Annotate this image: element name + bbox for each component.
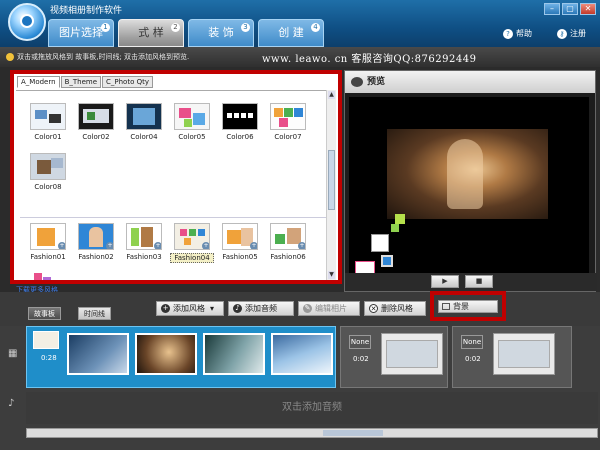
watermark-text: www. leawo. cn 客服咨询QQ:876292449 [262,54,477,65]
key-icon: ⚷ [557,28,567,39]
background-highlight: 背景 [430,291,506,321]
style-thumb-selected[interactable]: + Fashion04 [170,223,214,263]
style-thumb[interactable]: + Fashion02 [74,223,118,261]
close-button[interactable]: ✕ [580,3,596,15]
eye-icon [351,77,363,87]
tab-number-icon: 4 [311,23,320,32]
style-tab-theme[interactable]: B_Theme [60,76,102,88]
style-thumb[interactable]: Color05 [170,103,214,141]
tab-number-icon: 3 [241,23,250,32]
edit-photo-button[interactable]: ✎ 编辑相片 [298,301,360,316]
style-thumb[interactable] [26,269,70,280]
lightbulb-icon [6,53,14,61]
tab-storyboard[interactable]: 故事板 [28,307,61,320]
app-logo [8,3,46,41]
preview-title: 预览 [367,77,386,87]
photo-clip[interactable] [203,333,265,375]
style-scrollbar[interactable]: ▲ ▼ [326,90,336,280]
preview-panel: 预览 ▶ ■ [344,70,597,292]
tab-timeline[interactable]: 时间线 [78,307,111,320]
style-tab-modern[interactable]: A_Modern [17,76,60,88]
add-style-button[interactable]: + 添加风格 ▾ [156,301,224,316]
tab-number-icon: 2 [171,23,180,32]
register-link[interactable]: ⚷ 注册 [557,28,586,39]
scroll-down-icon: ▼ [328,271,335,279]
add-icon: + [250,242,257,249]
music-icon: ♪ [233,304,242,313]
add-icon: + [106,242,113,249]
picture-icon [442,303,450,310]
add-icon: + [58,242,65,249]
transition-none: None [461,335,483,349]
photo-clip[interactable] [135,333,197,375]
photo-clip[interactable] [271,333,333,375]
clip-duration: 0:28 [41,354,57,362]
scroll-up-icon: ▲ [328,91,335,99]
style-thumb[interactable]: Color02 [74,103,118,141]
style-panel: A_Modern B_Theme C_Photo Qty Color01 Col… [10,70,342,284]
hint-text: 双击或拖放风格到 故事板,时间线; 双击添加风格到预览. [17,53,190,61]
stop-button[interactable]: ■ [465,275,493,288]
transition-block[interactable]: None 0:02 [452,326,572,388]
style-tab-photo-qty[interactable]: C_Photo Qty [102,76,153,88]
help-icon: ? [503,28,513,39]
style-thumb[interactable]: + Fashion03 [122,223,166,261]
transition-none: None [349,335,371,349]
toolbar: 故事板 时间线 + 添加风格 ▾ ♪ 添加音频 ✎ 编辑相片 ✕ 删除风格 [0,292,600,328]
style-thumb[interactable]: Color01 [26,103,70,141]
preview-screen [349,97,589,281]
timeline-scrollbar[interactable] [26,428,598,438]
style-thumb[interactable]: + Fashion05 [218,223,262,261]
add-icon: + [298,242,305,249]
style-mini-thumb [33,331,59,349]
style-thumb[interactable]: + Fashion06 [266,223,310,261]
window-title: 视频相册制作软件 [50,6,123,16]
style-thumb[interactable]: Color07 [266,103,310,141]
preview-photo [387,129,548,219]
plus-icon: + [161,304,170,313]
delete-icon: ✕ [369,304,378,313]
tab-style[interactable]: 式 样2 [118,19,184,47]
background-button[interactable]: 背景 [438,300,498,313]
minimize-button[interactable]: – [544,3,560,15]
photo-clip[interactable] [67,333,129,375]
audio-track[interactable]: 双击添加音频 [26,392,598,424]
tab-create[interactable]: 创 建4 [258,19,324,47]
decoration-frame [371,234,389,252]
title-bar: 视频相册制作软件 – ▢ ✕ 图片选择 1 式 样2 装 饰3 创 建4 ? 帮助 … [0,0,600,47]
add-icon: + [202,242,209,249]
maximize-button[interactable]: ▢ [562,3,578,15]
edit-icon: ✎ [303,304,312,313]
storyboard-selected-block[interactable]: 0:28 [26,326,336,388]
chevron-down-icon: ▾ [210,304,215,313]
play-button[interactable]: ▶ [431,275,459,288]
style-thumb[interactable]: Color06 [218,103,262,141]
timeline-area: ▦ ♪ 0:28 None 0:02 None 0:02 双击添加音频 [0,326,600,450]
music-note-icon: ♪ [8,398,15,409]
tab-number-icon: 1 [101,23,110,32]
style-thumb[interactable]: Color08 [26,153,70,191]
tab-photo-select[interactable]: 图片选择 1 [48,19,114,47]
add-music-button[interactable]: ♪ 添加音频 [228,301,294,316]
add-icon: + [154,242,161,249]
filmstrip-icon: ▦ [8,348,18,359]
hint-bar: 双击或拖放风格到 故事板,时间线; 双击添加风格到预览. www. leawo.… [0,47,600,67]
delete-style-button[interactable]: ✕ 删除风格 [364,301,426,316]
style-thumb[interactable]: + Fashion01 [26,223,70,261]
style-thumb[interactable]: Color04 [122,103,166,141]
style-grid: Color01 Color02 Color04 Color05 Color06 … [16,90,332,280]
tab-decoration[interactable]: 装 饰3 [188,19,254,47]
help-link[interactable]: ? 帮助 [503,28,532,39]
transition-block[interactable]: None 0:02 [340,326,448,388]
